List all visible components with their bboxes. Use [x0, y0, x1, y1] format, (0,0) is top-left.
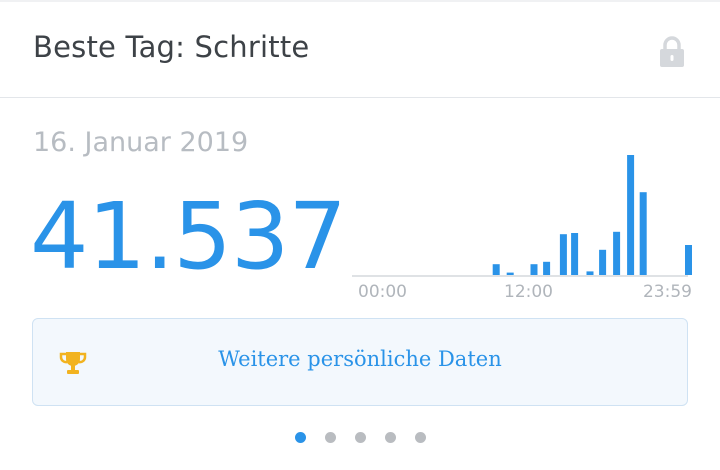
- chart-bar: [492, 264, 500, 275]
- chart-canvas: [352, 155, 692, 277]
- x-tick-label: 12:00: [504, 282, 553, 302]
- x-tick-label: 00:00: [358, 282, 407, 302]
- page-dot[interactable]: [294, 432, 306, 443]
- chart-bar: [685, 245, 692, 275]
- hourly-steps-chart: 00:00 12:00 23:59: [352, 150, 692, 310]
- chart-bar: [627, 155, 635, 275]
- page-dot[interactable]: [384, 432, 396, 443]
- step-count: 41.537: [30, 183, 347, 290]
- record-date: 16. Januar 2019: [33, 127, 249, 158]
- chart-bar: [613, 231, 621, 275]
- more-personal-data-label: Weitere persönliche Daten: [218, 347, 502, 371]
- chart-bar: [571, 233, 579, 275]
- chart-bar: [586, 271, 594, 275]
- chart-bar: [639, 192, 647, 275]
- page-dot[interactable]: [414, 432, 426, 443]
- page-dot[interactable]: [324, 432, 336, 443]
- x-tick-label: 23:59: [642, 282, 692, 302]
- page-dot[interactable]: [354, 432, 366, 443]
- lock-icon[interactable]: [657, 36, 687, 68]
- more-personal-data-button[interactable]: Weitere persönliche Daten: [32, 318, 688, 406]
- card-header: Beste Tag: Schritte: [0, 0, 720, 98]
- page-title: Beste Tag: Schritte: [33, 30, 310, 64]
- chart-bar: [543, 261, 551, 275]
- page-indicator: [0, 432, 720, 443]
- chart-bar: [530, 264, 538, 275]
- chart-bar: [599, 249, 607, 275]
- chart-bar: [506, 272, 514, 275]
- chart-bar: [559, 234, 567, 275]
